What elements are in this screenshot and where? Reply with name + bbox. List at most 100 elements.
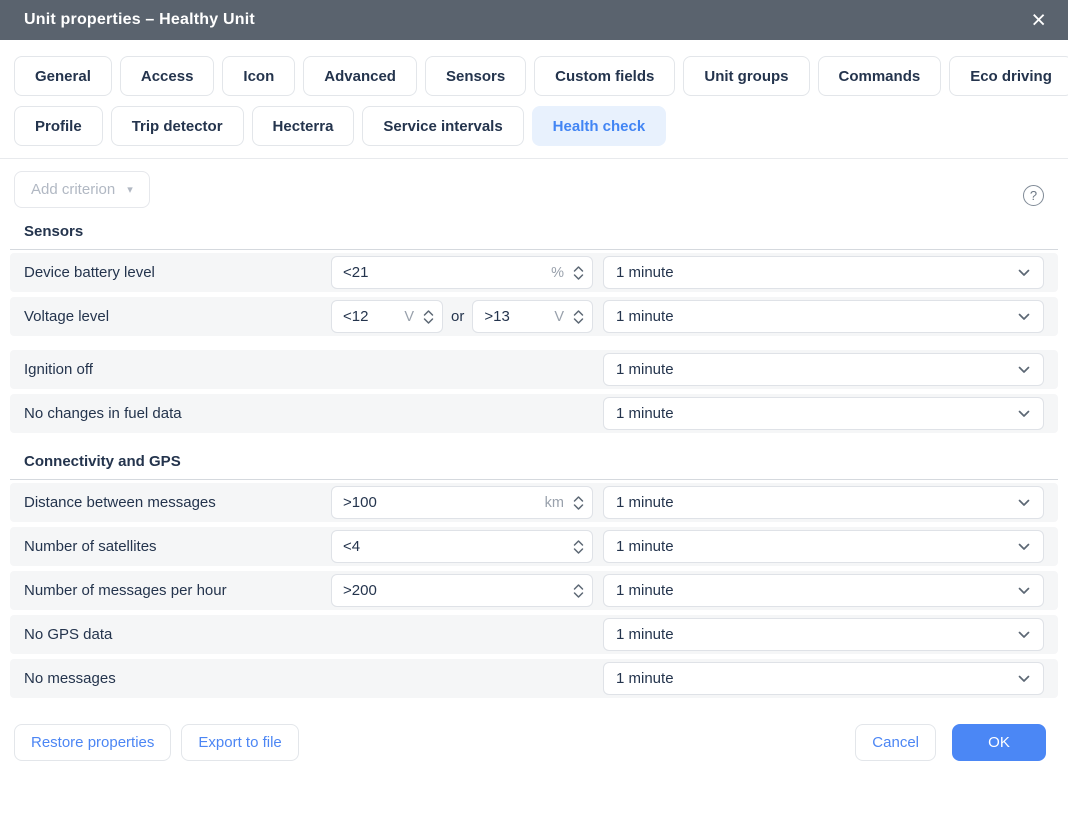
criterion-row: No messages 1 minute bbox=[10, 659, 1058, 698]
criterion-value-input[interactable]: <4 bbox=[331, 530, 593, 563]
unit-label: km bbox=[545, 495, 564, 511]
stepper-icon[interactable] bbox=[573, 495, 584, 511]
tab-custom-fields[interactable]: Custom fields bbox=[534, 56, 675, 96]
criterion-inputs: <12Vor>13V bbox=[331, 300, 593, 333]
interval-value: 1 minute bbox=[616, 361, 674, 378]
tab-profile[interactable]: Profile bbox=[14, 106, 103, 146]
tab-advanced[interactable]: Advanced bbox=[303, 56, 417, 96]
restore-properties-button[interactable]: Restore properties bbox=[14, 724, 171, 761]
criterion-inputs: <4 bbox=[331, 530, 593, 563]
or-label: or bbox=[449, 308, 466, 325]
criterion-value: >13 bbox=[484, 308, 550, 325]
interval-value: 1 minute bbox=[616, 670, 674, 687]
criterion-row: Device battery level<21%1 minute bbox=[10, 253, 1058, 292]
criterion-value-input[interactable]: <12V bbox=[331, 300, 443, 333]
interval-value: 1 minute bbox=[616, 264, 674, 281]
interval-select[interactable]: 1 minute bbox=[603, 530, 1044, 563]
interval-select[interactable]: 1 minute bbox=[603, 300, 1044, 333]
criterion-label: Number of messages per hour bbox=[24, 582, 331, 599]
criteria-sections: SensorsDevice battery level<21%1 minuteV… bbox=[0, 208, 1068, 698]
criterion-inputs: >200 bbox=[331, 574, 593, 607]
help-icon[interactable]: ? bbox=[1023, 185, 1044, 206]
stepper-icon[interactable] bbox=[573, 265, 584, 281]
add-criterion-label: Add criterion bbox=[31, 181, 115, 198]
interval-select[interactable]: 1 minute bbox=[603, 397, 1044, 430]
interval-select[interactable]: 1 minute bbox=[603, 486, 1044, 519]
footer-right-actions: Cancel OK bbox=[855, 724, 1046, 761]
stepper-icon[interactable] bbox=[573, 539, 584, 555]
tab-trip-detector[interactable]: Trip detector bbox=[111, 106, 244, 146]
criterion-row: No GPS data1 minute bbox=[10, 615, 1058, 654]
dialog-footer: Restore properties Export to file Cancel… bbox=[0, 703, 1068, 761]
section-rows: Device battery level<21%1 minuteVoltage … bbox=[10, 249, 1058, 433]
cancel-button[interactable]: Cancel bbox=[855, 724, 936, 761]
footer-left-actions: Restore properties Export to file bbox=[14, 724, 855, 761]
interval-select[interactable]: 1 minute bbox=[603, 353, 1044, 386]
criterion-row: Number of messages per hour >200 1 minute bbox=[10, 571, 1058, 610]
criteria-section: Connectivity and GPSDistance between mes… bbox=[0, 438, 1068, 698]
criterion-value: <12 bbox=[343, 308, 400, 325]
criterion-label: Device battery level bbox=[24, 264, 331, 281]
criterion-label: No changes in fuel data bbox=[24, 405, 331, 422]
chevron-down-icon bbox=[1018, 366, 1030, 374]
interval-value: 1 minute bbox=[616, 582, 674, 599]
dialog-titlebar: Unit properties – Healthy Unit × bbox=[0, 0, 1068, 40]
criterion-label: No messages bbox=[24, 670, 331, 687]
tab-commands[interactable]: Commands bbox=[818, 56, 942, 96]
close-icon[interactable]: × bbox=[1029, 8, 1048, 33]
interval-select[interactable]: 1 minute bbox=[603, 662, 1044, 695]
stepper-icon[interactable] bbox=[573, 309, 584, 325]
caret-down-icon: ▾ bbox=[127, 183, 133, 196]
section-title: Connectivity and GPS bbox=[0, 438, 1068, 479]
tab-icon[interactable]: Icon bbox=[222, 56, 295, 96]
criterion-row: Voltage level<12Vor>13V1 minute bbox=[10, 297, 1058, 336]
criterion-row: Number of satellites<4 1 minute bbox=[10, 527, 1058, 566]
interval-value: 1 minute bbox=[616, 308, 674, 325]
criterion-value: <21 bbox=[343, 264, 547, 281]
criterion-inputs: <21% bbox=[331, 256, 593, 289]
criteria-section: SensorsDevice battery level<21%1 minuteV… bbox=[0, 208, 1068, 433]
tab-service-intervals[interactable]: Service intervals bbox=[362, 106, 523, 146]
tab-row: GeneralAccessIconAdvancedSensorsCustom f… bbox=[14, 56, 1054, 96]
criterion-row: Distance between messages>100km1 minute bbox=[10, 483, 1058, 522]
criterion-value-input[interactable]: >200 bbox=[331, 574, 593, 607]
tab-hecterra[interactable]: Hecterra bbox=[252, 106, 355, 146]
add-criterion-button[interactable]: Add criterion ▾ bbox=[14, 171, 150, 208]
criterion-value-input[interactable]: >13V bbox=[472, 300, 593, 333]
criterion-value: >200 bbox=[343, 582, 573, 599]
tab-general[interactable]: General bbox=[14, 56, 112, 96]
tab-access[interactable]: Access bbox=[120, 56, 215, 96]
export-to-file-button[interactable]: Export to file bbox=[181, 724, 298, 761]
tab-row: ProfileTrip detectorHecterraService inte… bbox=[14, 106, 1054, 146]
tab-sensors[interactable]: Sensors bbox=[425, 56, 526, 96]
chevron-down-icon bbox=[1018, 543, 1030, 551]
criterion-label: Ignition off bbox=[24, 361, 331, 378]
ok-button[interactable]: OK bbox=[952, 724, 1046, 761]
criterion-value-input[interactable]: <21% bbox=[331, 256, 593, 289]
chevron-down-icon bbox=[1018, 269, 1030, 277]
criterion-row: No changes in fuel data 1 minute bbox=[10, 394, 1058, 433]
chevron-down-icon bbox=[1018, 675, 1030, 683]
dialog-title: Unit properties – Healthy Unit bbox=[24, 11, 255, 29]
unit-label: V bbox=[554, 309, 564, 325]
interval-value: 1 minute bbox=[616, 538, 674, 555]
stepper-icon[interactable] bbox=[423, 309, 434, 325]
chevron-down-icon bbox=[1018, 410, 1030, 418]
stepper-icon[interactable] bbox=[573, 583, 584, 599]
criterion-label: Number of satellites bbox=[24, 538, 331, 555]
interval-select[interactable]: 1 minute bbox=[603, 574, 1044, 607]
chevron-down-icon bbox=[1018, 313, 1030, 321]
tab-health-check[interactable]: Health check bbox=[532, 106, 667, 146]
unit-label: % bbox=[551, 265, 564, 281]
tab-unit-groups[interactable]: Unit groups bbox=[683, 56, 809, 96]
criteria-toolbar: Add criterion ▾ ? bbox=[0, 159, 1068, 208]
chevron-down-icon bbox=[1018, 499, 1030, 507]
tab-bar: GeneralAccessIconAdvancedSensorsCustom f… bbox=[0, 40, 1068, 146]
interval-select[interactable]: 1 minute bbox=[603, 256, 1044, 289]
criterion-inputs: >100km bbox=[331, 486, 593, 519]
criterion-value-input[interactable]: >100km bbox=[331, 486, 593, 519]
interval-value: 1 minute bbox=[616, 626, 674, 643]
interval-select[interactable]: 1 minute bbox=[603, 618, 1044, 651]
criterion-row: Ignition off 1 minute bbox=[10, 350, 1058, 389]
tab-eco-driving[interactable]: Eco driving bbox=[949, 56, 1068, 96]
